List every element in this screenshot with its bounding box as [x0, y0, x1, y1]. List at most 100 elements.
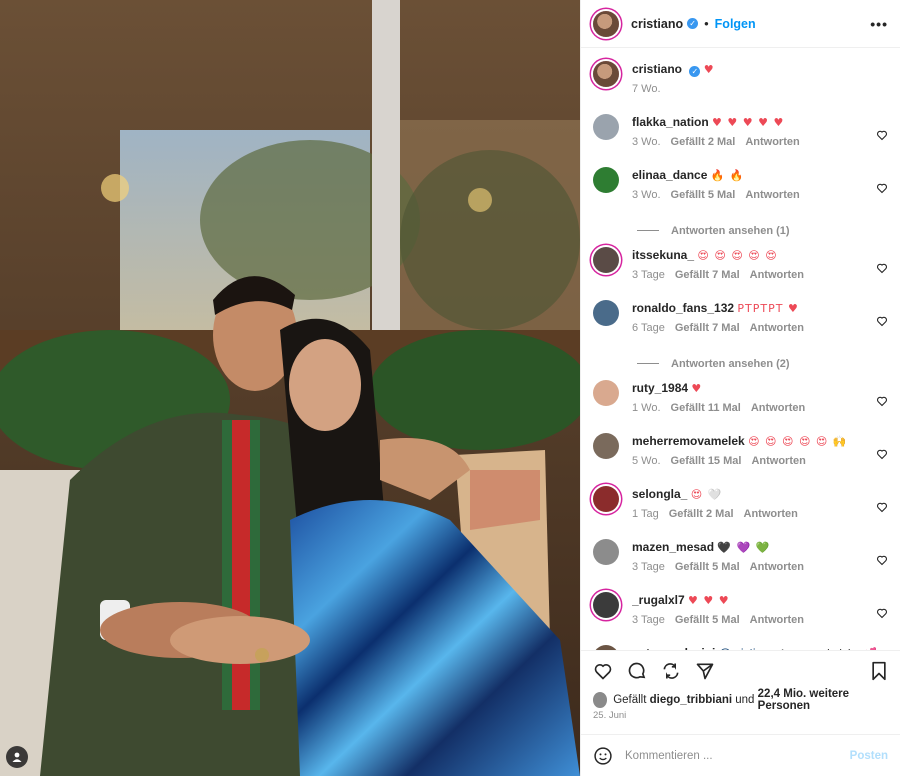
comment-icon[interactable] [627, 661, 647, 681]
like-comment-icon[interactable] [876, 448, 888, 460]
comment-time: 3 Wo. [632, 136, 661, 148]
comment-item: meherremovamelek 😍 😍 😍 😍 😍 🙌 5 Wo. Gefällt… [593, 430, 888, 483]
comment-like-count[interactable]: Gefällt 5 Mal [671, 189, 736, 201]
commenter-username[interactable]: _rugalxl7 [632, 593, 685, 607]
like-comment-icon[interactable] [876, 501, 888, 513]
comment-composer: Posten [581, 734, 900, 776]
liker-username[interactable]: diego_tribbiani [650, 694, 732, 706]
reply-button[interactable]: Antworten [751, 455, 805, 467]
bookmark-icon[interactable] [870, 661, 888, 681]
like-comment-icon[interactable] [876, 182, 888, 194]
comment-mention[interactable]: @cristiano [719, 646, 776, 650]
like-comment-icon[interactable] [876, 315, 888, 327]
verified-icon: ✓ [687, 18, 699, 29]
comment-time: 5 Wo. [632, 455, 661, 467]
comment-input[interactable] [625, 749, 850, 762]
like-comment-icon[interactable] [876, 262, 888, 274]
commenter-username[interactable]: mazen_mesad [632, 540, 714, 554]
commenter-avatar[interactable] [593, 167, 619, 193]
comment-time: 1 Tag [632, 508, 659, 520]
commenter-username[interactable]: itssekuna_ [632, 248, 694, 262]
caption-username[interactable]: cristiano [632, 62, 682, 76]
comment-text: ♥ ♥ ♥ [688, 594, 730, 607]
liker-avatar[interactable] [593, 692, 608, 708]
commenter-avatar[interactable] [593, 300, 619, 326]
caption-time: 7 Wo. [632, 83, 661, 95]
comment-text: 😍 🤍 [690, 488, 723, 501]
likes-middle: und [735, 694, 755, 706]
comment-text: 🔥 🔥 [710, 169, 745, 182]
commenter-avatar[interactable] [593, 380, 619, 406]
send-icon[interactable] [695, 661, 715, 681]
reply-button[interactable]: Antworten [751, 402, 805, 414]
comment-item: anton_ashwini @cristiano Amor verdadeiro… [593, 642, 888, 650]
action-bar [581, 650, 900, 690]
likes-count[interactable]: 22,4 Mio. weitere Personen [758, 688, 888, 712]
comment-like-count[interactable]: Gefällt 2 Mal [671, 136, 736, 148]
comment-like-count[interactable]: Gefällt 5 Mal [675, 561, 740, 573]
instagram-post-modal: cristiano ✓ • Folgen ••• cristiano ✓ ♥ 7… [0, 0, 900, 776]
comment-time: 6 Tage [632, 322, 665, 334]
commenter-username[interactable]: selongla_ [632, 487, 687, 501]
separator-dot: • [704, 16, 709, 31]
comment-time: 3 Tage [632, 561, 665, 573]
comments-list[interactable]: cristiano ✓ ♥ 7 Wo. flakka_nation ♥ ♥ ♥ … [581, 48, 900, 650]
heart-icon[interactable] [593, 661, 613, 681]
view-replies-button[interactable]: Antworten ansehen (2) [593, 350, 888, 377]
commenter-avatar[interactable] [593, 114, 619, 140]
author-username[interactable]: cristiano [631, 17, 683, 31]
replies-line [637, 363, 659, 364]
like-comment-icon[interactable] [876, 607, 888, 619]
like-comment-icon[interactable] [876, 395, 888, 407]
verified-icon: ✓ [689, 66, 701, 77]
comment-time: 3 Wo. [632, 189, 661, 201]
author-avatar[interactable] [593, 10, 619, 37]
reply-button[interactable]: Antworten [750, 322, 804, 334]
like-comment-icon[interactable] [876, 129, 888, 141]
commenter-avatar[interactable] [593, 486, 619, 512]
post-date: 25. Juni [593, 710, 627, 721]
view-replies-button[interactable]: Antworten ansehen (1) [593, 217, 888, 244]
reply-button[interactable]: Antworten [745, 189, 799, 201]
comment-item: itssekuna_ 😍 😍 😍 😍 😍 3 Tage Gefällt 7 Mal A… [593, 244, 888, 297]
post-button[interactable]: Posten [850, 750, 888, 762]
commenter-avatar[interactable] [593, 247, 619, 273]
comment-like-count[interactable]: Gefällt 15 Mal [671, 455, 742, 467]
reply-button[interactable]: Antworten [745, 136, 799, 148]
comment-like-count[interactable]: Gefällt 5 Mal [675, 614, 740, 626]
comment-item: selongla_ 😍 🤍 1 Tag Gefällt 2 Mal Antworten [593, 483, 888, 536]
comment-like-count[interactable]: Gefällt 2 Mal [669, 508, 734, 520]
commenter-avatar[interactable] [593, 592, 619, 618]
like-comment-icon[interactable] [876, 554, 888, 566]
comment-like-count[interactable]: Gefällt 7 Mal [675, 322, 740, 334]
commenter-username[interactable]: flakka_nation [632, 115, 709, 129]
comment-item: ruty_1984 ♥ 1 Wo. Gefällt 11 Mal Antworten [593, 377, 888, 430]
commenter-username[interactable]: anton_ashwini [632, 646, 715, 650]
caption: cristiano ✓ ♥ 7 Wo. [593, 58, 888, 111]
follow-button[interactable]: Folgen [715, 17, 756, 31]
comment-like-count[interactable]: Gefällt 11 Mal [671, 402, 741, 414]
tag-user-icon [12, 752, 22, 762]
comment-text: 😍 😍 😍 😍 😍 [697, 249, 778, 262]
commenter-avatar[interactable] [593, 645, 619, 650]
reply-button[interactable]: Antworten [750, 614, 804, 626]
post-photo[interactable] [0, 0, 580, 776]
more-icon[interactable]: ••• [870, 16, 888, 32]
commenter-username[interactable]: elinaa_dance [632, 168, 707, 182]
likes-prefix: Gefällt [613, 694, 647, 706]
tag-user-button[interactable] [6, 746, 28, 768]
comment-item: ronaldo_fans_132 PTPTPT ♥ 6 Tage Gefällt 7… [593, 297, 888, 350]
emoji-icon[interactable] [593, 746, 613, 766]
reply-button[interactable]: Antworten [750, 269, 804, 281]
commenter-username[interactable]: ruty_1984 [632, 381, 688, 395]
share-icon[interactable] [661, 661, 681, 681]
comment-text: ♥ [691, 382, 703, 395]
commenter-username[interactable]: ronaldo_fans_132 [632, 301, 734, 315]
commenter-username[interactable]: meherremovamelek [632, 434, 745, 448]
reply-button[interactable]: Antworten [750, 561, 804, 573]
comment-like-count[interactable]: Gefällt 7 Mal [675, 269, 740, 281]
reply-button[interactable]: Antworten [744, 508, 798, 520]
commenter-avatar[interactable] [593, 433, 619, 459]
commenter-avatar[interactable] [593, 539, 619, 565]
caption-avatar[interactable] [593, 61, 619, 87]
